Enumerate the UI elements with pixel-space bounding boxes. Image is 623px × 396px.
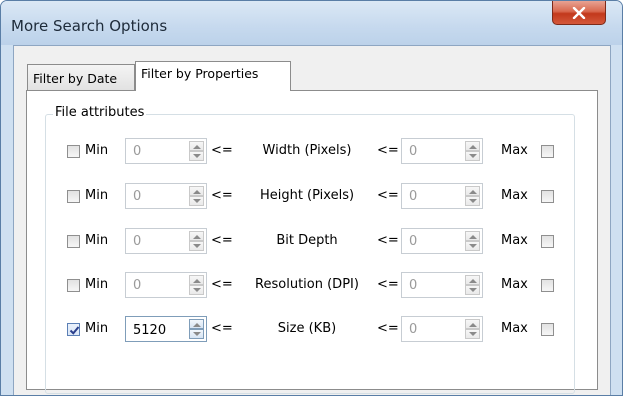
less-equal-label: <= [211,233,233,248]
spin-down-button[interactable] [465,241,480,251]
min-checkbox[interactable] [67,323,80,336]
attribute-row: Min 0 <= Bit Depth <= 0 Max [27,227,599,257]
min-value-spinner[interactable]: 0 [125,138,207,164]
max-label: Max [501,321,528,336]
max-checkbox[interactable] [541,323,554,336]
min-checkbox[interactable] [67,145,80,158]
dialog-window: More Search Options Filter by Date Filte… [0,0,623,396]
tab-filter-by-properties[interactable]: Filter by Properties [135,61,291,91]
min-value: 0 [133,144,142,159]
min-value-spinner[interactable]: 0 [125,183,207,209]
property-label: Bit Depth [276,233,338,248]
max-value-spinner[interactable]: 0 [401,138,483,164]
min-value: 5120 [133,323,167,338]
less-equal-label: <= [377,277,399,292]
max-label: Max [501,188,528,203]
min-label: Min [85,277,109,292]
min-value: 0 [133,234,142,249]
spin-down-button[interactable] [189,285,204,295]
close-button[interactable] [552,1,606,25]
tab-label: Filter by Date [33,71,118,86]
group-legend: File attributes [53,105,147,120]
spin-up-button[interactable] [465,186,480,196]
max-checkbox[interactable] [541,145,554,158]
spin-up-button[interactable] [189,231,204,241]
max-value-spinner[interactable]: 0 [401,316,483,342]
spin-up-button[interactable] [465,231,480,241]
max-label: Max [501,233,528,248]
less-equal-label: <= [211,143,233,158]
tab-label: Filter by Properties [141,66,259,81]
property-label: Height (Pixels) [259,188,355,203]
min-checkbox[interactable] [67,279,80,292]
max-checkbox[interactable] [541,279,554,292]
attribute-row: Min 5120 <= Size (KB) <= 0 Max [27,315,599,345]
attribute-row: Min 0 <= Width (Pixels) <= 0 Max [27,137,599,167]
less-equal-label: <= [377,321,399,336]
max-value-spinner[interactable]: 0 [401,183,483,209]
spin-up-button[interactable] [465,275,480,285]
title-bar[interactable]: More Search Options [1,1,622,45]
close-icon [572,6,586,19]
attribute-row: Min 0 <= Resolution (DPI) <= 0 Max [27,271,599,301]
spin-up-button[interactable] [465,319,480,329]
max-value-spinner[interactable]: 0 [401,272,483,298]
less-equal-label: <= [377,233,399,248]
attribute-row: Min 0 <= Height (Pixels) <= 0 Max [27,182,599,212]
less-equal-label: <= [211,321,233,336]
spin-up-button[interactable] [189,141,204,151]
min-value-spinner[interactable]: 0 [125,228,207,254]
spin-down-button[interactable] [189,151,204,161]
max-value: 0 [409,322,418,337]
max-checkbox[interactable] [541,235,554,248]
spin-down-button[interactable] [465,285,480,295]
window-title: More Search Options [11,17,168,35]
max-label: Max [501,143,528,158]
property-label: Width (Pixels) [262,143,352,158]
min-label: Min [85,143,109,158]
spin-up-button[interactable] [189,275,204,285]
min-label: Min [85,188,109,203]
max-value: 0 [409,144,418,159]
dialog-client-area: Filter by Date Filter by Properties File… [13,45,611,395]
min-value: 0 [133,189,142,204]
min-value: 0 [133,278,142,293]
max-value: 0 [409,189,418,204]
max-checkbox[interactable] [541,190,554,203]
spin-down-button[interactable] [189,329,204,339]
min-label: Min [85,233,109,248]
spin-up-button[interactable] [189,186,204,196]
less-equal-label: <= [211,277,233,292]
min-value-spinner[interactable]: 5120 [125,316,207,342]
property-label: Resolution (DPI) [255,277,359,292]
spin-down-button[interactable] [189,196,204,206]
max-value: 0 [409,278,418,293]
min-value-spinner[interactable]: 0 [125,272,207,298]
less-equal-label: <= [211,188,233,203]
spin-up-button[interactable] [465,141,480,151]
min-checkbox[interactable] [67,235,80,248]
max-label: Max [501,277,528,292]
property-label: Size (KB) [277,321,337,336]
spin-down-button[interactable] [465,151,480,161]
max-value: 0 [409,234,418,249]
spin-down-button[interactable] [465,196,480,206]
less-equal-label: <= [377,143,399,158]
min-label: Min [85,321,109,336]
spin-down-button[interactable] [189,241,204,251]
min-checkbox[interactable] [67,190,80,203]
properties-tab-panel: File attributes Min 0 <= Width (Pixels) … [26,90,599,394]
tab-filter-by-date[interactable]: Filter by Date [27,64,135,90]
less-equal-label: <= [377,188,399,203]
max-value-spinner[interactable]: 0 [401,228,483,254]
spin-down-button[interactable] [465,329,480,339]
spin-up-button[interactable] [189,319,204,329]
